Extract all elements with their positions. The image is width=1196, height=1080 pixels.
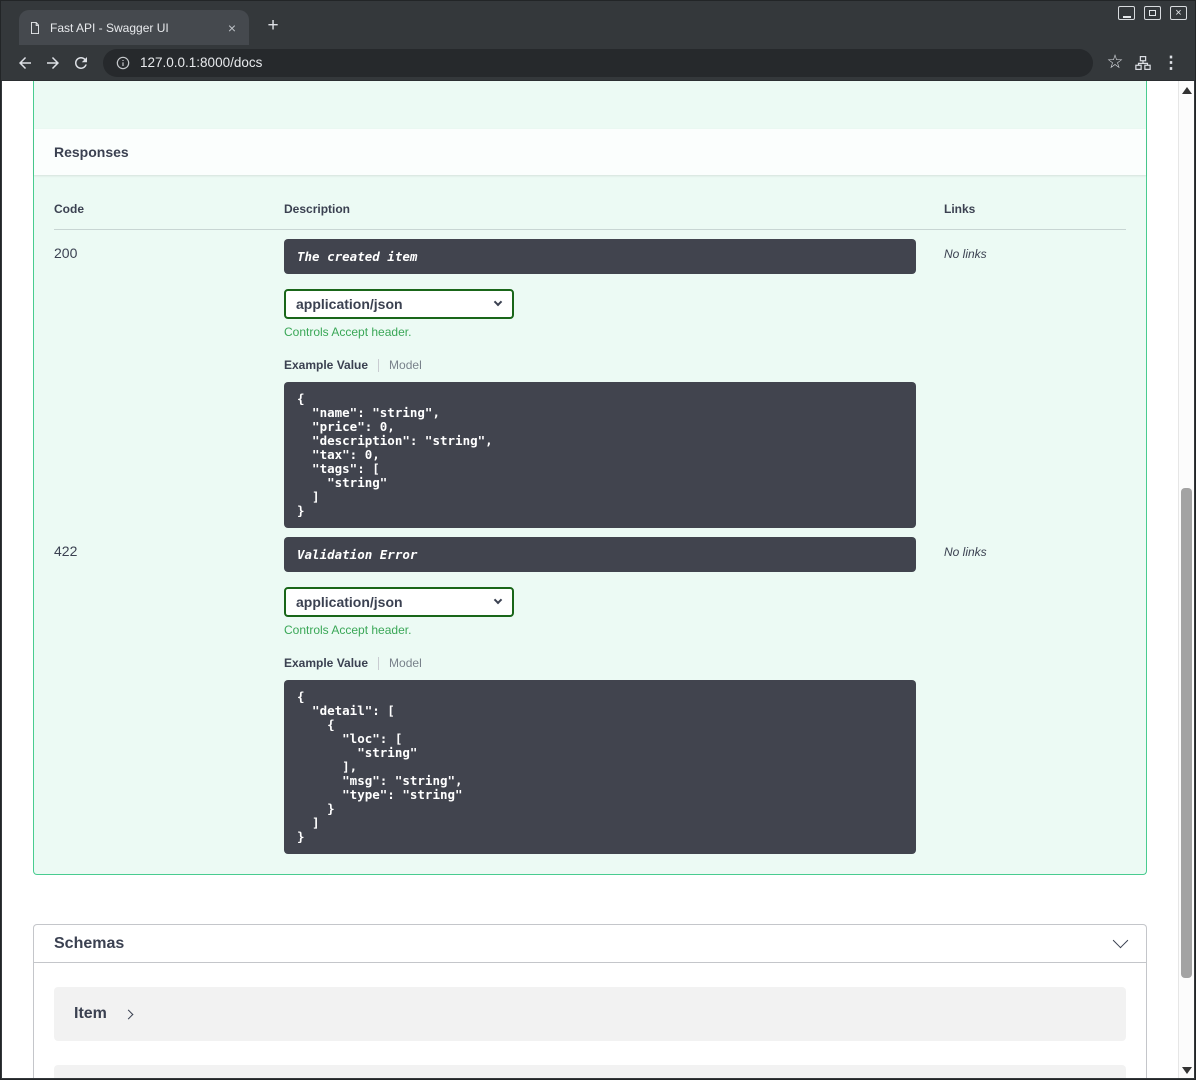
- maximize-button[interactable]: [1144, 6, 1161, 20]
- collapse-chevron-icon[interactable]: [1112, 932, 1129, 949]
- document-icon: [28, 20, 42, 36]
- response-row-200: 200 The created item application/json Co…: [54, 230, 1126, 528]
- titlebar: Fast API - Swagger UI × + ×: [1, 1, 1195, 45]
- response-code: 200: [54, 245, 78, 261]
- tab-divider: [378, 656, 380, 670]
- schemas-section: Schemas Item ValidationError: [33, 924, 1147, 1078]
- close-icon: ×: [1175, 6, 1182, 19]
- close-button[interactable]: ×: [1170, 6, 1187, 20]
- forward-button[interactable]: [39, 49, 67, 77]
- responses-title: Responses: [54, 144, 129, 160]
- opblock-responses: Responses Code Description Links 200 The…: [33, 81, 1147, 875]
- media-type-select[interactable]: application/json: [284, 289, 514, 319]
- schemas-title: Schemas: [54, 934, 125, 952]
- swagger-content: Responses Code Description Links 200 The…: [33, 81, 1147, 1078]
- schemas-body: Item ValidationError: [34, 963, 1146, 1078]
- forward-icon: [47, 56, 59, 69]
- example-code-block: { "detail": [ { "loc": [ "string" ], "ms…: [284, 680, 916, 854]
- col-header-links: Links: [944, 202, 976, 216]
- page-scrollbar[interactable]: [1178, 81, 1194, 1078]
- address-bar[interactable]: 127.0.0.1:8000/docs: [103, 48, 1093, 77]
- page-viewport: Responses Code Description Links 200 The…: [2, 81, 1178, 1078]
- col-header-description: Description: [284, 202, 351, 216]
- response-row-422: 422 Validation Error application/json Co…: [54, 528, 1126, 854]
- example-json: { "name": "string", "price": 0, "descrip…: [297, 391, 493, 518]
- scroll-up-arrow-icon[interactable]: [1182, 87, 1192, 94]
- tab-example-value[interactable]: Example Value: [284, 358, 368, 372]
- response-code: 422: [54, 543, 78, 559]
- maximize-icon: [1149, 10, 1156, 16]
- responses-table-header: Code Description Links: [54, 175, 1126, 230]
- bookmark-star-button[interactable]: ☆: [1101, 49, 1129, 77]
- scrollbar-thumb[interactable]: [1181, 488, 1192, 978]
- browser-menu-button[interactable]: ⋮: [1157, 49, 1185, 77]
- reload-icon: [75, 56, 87, 69]
- model-item[interactable]: Item: [54, 987, 1126, 1041]
- media-type-select[interactable]: application/json: [284, 587, 514, 617]
- media-type-select-wrap: application/json: [284, 289, 514, 319]
- tab-model[interactable]: Model: [389, 656, 422, 670]
- sitemap-icon: [1135, 55, 1151, 70]
- browser-window: Fast API - Swagger UI × + × 127.0.0.1:80: [0, 0, 1196, 1080]
- responses-section-header: Responses: [34, 129, 1146, 175]
- example-model-tabs: Example Value Model: [284, 656, 944, 670]
- response-links: No links: [944, 247, 987, 261]
- schemas-header[interactable]: Schemas: [34, 925, 1146, 963]
- media-type-select-wrap: application/json: [284, 587, 514, 617]
- sitemap-icon-button[interactable]: [1129, 49, 1157, 77]
- scroll-down-arrow-icon[interactable]: [1182, 1067, 1192, 1074]
- tab-example-value[interactable]: Example Value: [284, 656, 368, 670]
- responses-table: Code Description Links 200 The created i…: [34, 175, 1146, 874]
- browser-tab[interactable]: Fast API - Swagger UI ×: [19, 10, 249, 45]
- expand-chevron-icon: [123, 1009, 134, 1019]
- example-code-block: { "name": "string", "price": 0, "descrip…: [284, 382, 916, 528]
- model-title: Item: [74, 1005, 107, 1022]
- minimize-button[interactable]: [1118, 6, 1135, 20]
- response-links: No links: [944, 545, 987, 559]
- browser-toolbar: 127.0.0.1:8000/docs ☆ ⋮: [1, 45, 1195, 81]
- tab-title: Fast API - Swagger UI: [50, 20, 169, 35]
- back-button[interactable]: [11, 49, 39, 77]
- minimize-icon: [1122, 15, 1131, 18]
- tab-close-icon[interactable]: ×: [224, 20, 240, 36]
- response-description: The created item: [284, 239, 916, 274]
- tab-model[interactable]: Model: [389, 358, 422, 372]
- new-tab-button[interactable]: +: [261, 14, 285, 38]
- response-description-cell: The created item application/json Contro…: [284, 239, 944, 528]
- accept-header-note: Controls Accept header.: [284, 325, 412, 339]
- site-info-icon[interactable]: [115, 55, 131, 71]
- reload-button[interactable]: [67, 49, 95, 77]
- back-icon: [19, 56, 31, 69]
- example-json: { "detail": [ { "loc": [ "string" ], "ms…: [297, 689, 463, 844]
- accept-header-note: Controls Accept header.: [284, 623, 412, 637]
- response-description: Validation Error: [284, 537, 916, 572]
- model-validationerror[interactable]: ValidationError: [54, 1065, 1126, 1078]
- url-text: 127.0.0.1:8000/docs: [140, 55, 263, 70]
- tab-divider: [378, 358, 380, 372]
- response-description-cell: Validation Error application/json Contro…: [284, 537, 944, 854]
- opblock-spacer: [34, 81, 1146, 129]
- example-model-tabs: Example Value Model: [284, 358, 944, 372]
- window-controls: ×: [1118, 6, 1187, 20]
- col-header-code: Code: [54, 202, 84, 216]
